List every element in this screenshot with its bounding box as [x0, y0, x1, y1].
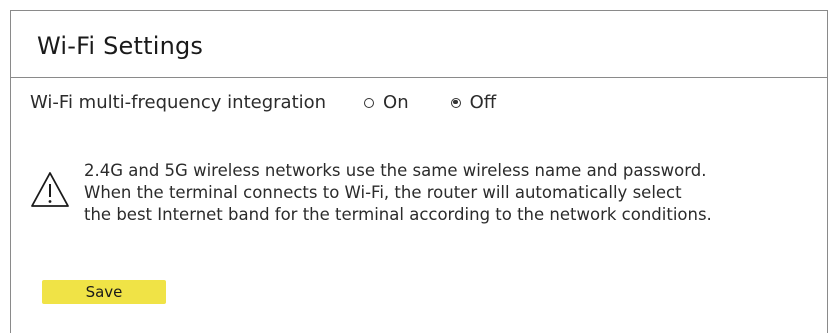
panel-header: Wi-Fi Settings — [11, 11, 827, 78]
info-note: 2.4G and 5G wireless networks use the sa… — [30, 160, 712, 226]
note-text: 2.4G and 5G wireless networks use the sa… — [84, 160, 712, 226]
integration-row: Wi-Fi multi-frequency integration On Off — [30, 92, 496, 113]
radio-option-off[interactable]: Off — [450, 92, 497, 113]
note-line: When the terminal connects to Wi-Fi, the… — [84, 183, 682, 202]
radio-off-label[interactable]: Off — [470, 92, 497, 113]
save-button[interactable]: Save — [42, 280, 166, 304]
warning-triangle-icon — [31, 172, 69, 207]
radio-on-label[interactable]: On — [383, 92, 409, 113]
panel-title: Wi-Fi Settings — [37, 32, 204, 60]
radio-option-on[interactable]: On — [364, 92, 409, 113]
integration-label: Wi-Fi multi-frequency integration — [30, 92, 327, 113]
note-line: 2.4G and 5G wireless networks use the sa… — [84, 161, 707, 180]
radio-on-icon[interactable] — [364, 97, 375, 108]
note-line: the best Internet band for the terminal … — [84, 205, 712, 224]
radio-off-icon[interactable] — [450, 97, 461, 108]
